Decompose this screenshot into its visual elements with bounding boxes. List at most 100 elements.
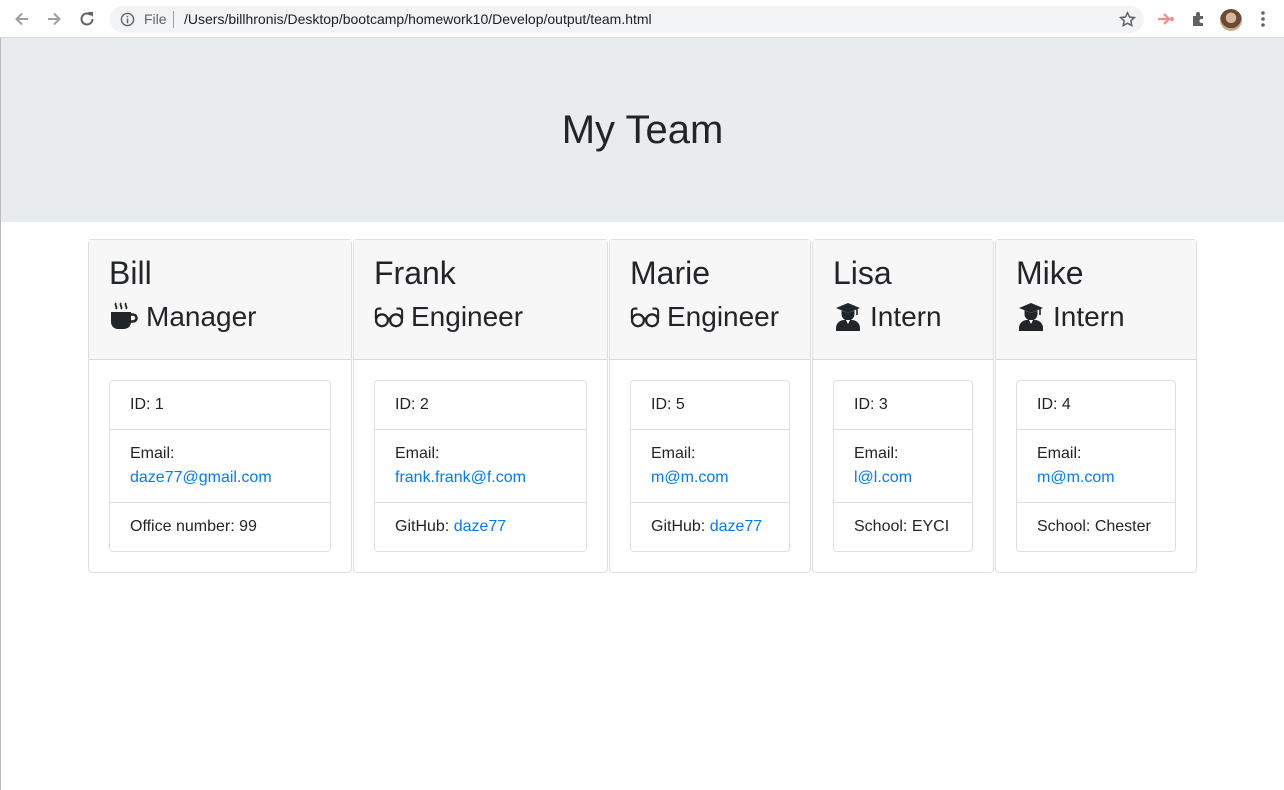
github-link[interactable]: daze77 bbox=[710, 518, 763, 535]
page-title: My Team bbox=[561, 108, 724, 152]
email-label: Email: bbox=[395, 445, 440, 462]
puzzle-icon bbox=[1193, 12, 1203, 26]
email-label: Email: bbox=[651, 445, 696, 462]
info-icon[interactable] bbox=[120, 12, 135, 27]
url-text[interactable]: /Users/billhronis/Desktop/bootcamp/homew… bbox=[184, 11, 652, 28]
email-item: Email: m@m.com bbox=[1017, 430, 1175, 503]
email-item: Email: m@m.com bbox=[631, 430, 789, 503]
card-header: Mike Intern bbox=[996, 240, 1196, 360]
email-item: Email: frank.frank@f.com bbox=[375, 430, 586, 503]
github-link[interactable]: daze77 bbox=[454, 518, 507, 535]
school-value: Chester bbox=[1094, 518, 1151, 535]
card-header: Bill Manager bbox=[89, 240, 351, 360]
employee-role: Manager bbox=[109, 300, 331, 334]
email-link[interactable]: frank.frank@f.com bbox=[395, 469, 526, 486]
card-header: Marie Engineer bbox=[610, 240, 810, 360]
details-list: ID: 2 Email: frank.frank@f.com GitHub: da… bbox=[374, 380, 587, 552]
employee-card: Mike Intern ID: 4 Email: m@m.com School: … bbox=[995, 239, 1197, 573]
office-item: Office number: 99 bbox=[110, 503, 330, 551]
browser-menu-button[interactable] bbox=[1252, 8, 1274, 30]
jumbotron-header: My Team bbox=[1, 38, 1284, 222]
id-label: ID: bbox=[1037, 396, 1062, 413]
extension-arrow-icon bbox=[1158, 13, 1174, 25]
details-list: ID: 5 Email: m@m.com GitHub: daze77 bbox=[630, 380, 790, 552]
email-label: Email: bbox=[854, 445, 899, 462]
employee-card: Bill Manager ID: 1 Email: daze77@gmail.co… bbox=[88, 239, 352, 573]
employee-role: Engineer bbox=[374, 300, 587, 334]
github-label: GitHub: bbox=[395, 518, 454, 535]
graduate-icon bbox=[833, 302, 863, 332]
reload-icon bbox=[80, 12, 94, 26]
id-label: ID: bbox=[651, 396, 676, 413]
address-bar[interactable]: File /Users/billhronis/Desktop/bootcamp/… bbox=[110, 6, 1144, 33]
school-label: School: bbox=[854, 518, 912, 535]
bookmark-star-icon[interactable] bbox=[1119, 11, 1136, 28]
employee-name: Mike bbox=[1016, 255, 1084, 291]
employee-name: Marie bbox=[630, 255, 711, 291]
id-label: ID: bbox=[130, 396, 155, 413]
employee-name: Frank bbox=[374, 255, 456, 291]
employee-role: Intern bbox=[833, 300, 973, 334]
role-label: Engineer bbox=[667, 301, 780, 332]
card-header: Lisa Intern bbox=[813, 240, 993, 360]
reload-button[interactable] bbox=[76, 8, 98, 30]
details-list: ID: 4 Email: m@m.com School: Chester bbox=[1016, 380, 1176, 552]
id-value: 1 bbox=[154, 396, 164, 413]
forward-arrow-icon bbox=[48, 12, 61, 26]
details-list: ID: 1 Email: daze77@gmail.com Office numb… bbox=[109, 380, 331, 552]
id-label: ID: bbox=[395, 396, 420, 413]
coffee-icon bbox=[109, 302, 139, 332]
glasses-icon bbox=[630, 302, 660, 332]
card-header: Frank Engineer bbox=[354, 240, 607, 360]
forward-button[interactable] bbox=[43, 8, 65, 30]
role-label: Intern bbox=[870, 301, 942, 332]
id-item: ID: 1 bbox=[110, 381, 330, 430]
github-item: GitHub: daze77 bbox=[631, 503, 789, 551]
email-link[interactable]: m@m.com bbox=[651, 469, 729, 486]
file-label: File bbox=[144, 11, 167, 27]
employee-name: Lisa bbox=[833, 255, 892, 291]
email-label: Email: bbox=[130, 445, 175, 462]
email-link[interactable]: daze77@gmail.com bbox=[130, 469, 272, 486]
employee-card: Frank Engineer ID: 2 Email: frank.frank@f… bbox=[353, 239, 608, 573]
id-value: 3 bbox=[878, 396, 888, 413]
id-item: ID: 3 bbox=[834, 381, 972, 430]
team-cards: Bill Manager ID: 1 Email: daze77@gmail.co… bbox=[88, 239, 1198, 573]
address-divider bbox=[173, 11, 174, 28]
id-value: 4 bbox=[1061, 396, 1071, 413]
school-item: School: Chester bbox=[1017, 503, 1175, 551]
card-body: ID: 3 Email: l@l.com School: EYCI bbox=[813, 360, 993, 572]
profile-avatar[interactable] bbox=[1220, 9, 1242, 31]
school-item: School: EYCI bbox=[834, 503, 972, 551]
github-item: GitHub: daze77 bbox=[375, 503, 586, 551]
school-value: EYCI bbox=[911, 518, 950, 535]
id-value: 2 bbox=[419, 396, 429, 413]
office-label: Office number: bbox=[130, 518, 240, 535]
back-button[interactable] bbox=[11, 8, 33, 30]
graduate-icon bbox=[1016, 302, 1046, 332]
email-link[interactable]: m@m.com bbox=[1037, 469, 1115, 486]
more-vert-icon bbox=[1261, 11, 1265, 27]
email-item: Email: daze77@gmail.com bbox=[110, 430, 330, 503]
card-body: ID: 4 Email: m@m.com School: Chester bbox=[996, 360, 1196, 572]
id-item: ID: 5 bbox=[631, 381, 789, 430]
extensions-menu-button[interactable] bbox=[1188, 8, 1210, 30]
extension-button[interactable] bbox=[1155, 8, 1177, 30]
email-link[interactable]: l@l.com bbox=[854, 469, 912, 486]
github-label: GitHub: bbox=[651, 518, 710, 535]
browser-toolbar: File /Users/billhronis/Desktop/bootcamp/… bbox=[0, 0, 1284, 38]
id-label: ID: bbox=[854, 396, 879, 413]
school-label: School: bbox=[1037, 518, 1095, 535]
back-arrow-icon bbox=[15, 12, 28, 26]
glasses-icon bbox=[374, 302, 404, 332]
details-list: ID: 3 Email: l@l.com School: EYCI bbox=[833, 380, 973, 552]
role-label: Engineer bbox=[411, 301, 524, 332]
role-label: Intern bbox=[1053, 301, 1125, 332]
office-value: 99 bbox=[239, 518, 257, 535]
employee-role: Engineer bbox=[630, 300, 790, 334]
card-body: ID: 1 Email: daze77@gmail.com Office numb… bbox=[89, 360, 351, 572]
id-value: 5 bbox=[675, 396, 685, 413]
id-item: ID: 4 bbox=[1017, 381, 1175, 430]
employee-card: Lisa Intern ID: 3 Email: l@l.com School: … bbox=[812, 239, 994, 573]
role-label: Manager bbox=[146, 301, 257, 332]
